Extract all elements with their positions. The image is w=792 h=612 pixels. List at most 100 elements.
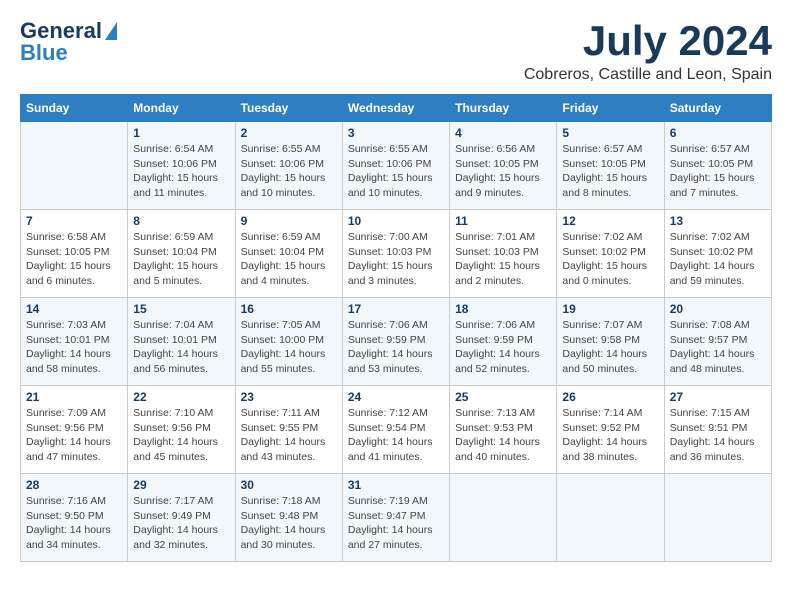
calendar-week-row: 7 Sunrise: 6:58 AM Sunset: 10:05 PM Dayli… [21,210,772,298]
day-info: Sunrise: 7:04 AM Sunset: 10:01 PM Daylig… [133,318,229,377]
calendar-day-cell: 3 Sunrise: 6:55 AM Sunset: 10:06 PM Dayli… [342,122,449,210]
day-info: Sunrise: 7:17 AM Sunset: 9:49 PM Dayligh… [133,494,229,553]
day-number: 23 [241,390,337,404]
calendar-day-cell: 6 Sunrise: 6:57 AM Sunset: 10:05 PM Dayli… [664,122,771,210]
day-number: 26 [562,390,658,404]
day-info: Sunrise: 7:12 AM Sunset: 9:54 PM Dayligh… [348,406,444,465]
empty-cell [557,474,664,562]
day-number: 20 [670,302,766,316]
day-number: 18 [455,302,551,316]
calendar-day-cell: 4 Sunrise: 6:56 AM Sunset: 10:05 PM Dayli… [450,122,557,210]
day-info: Sunrise: 7:06 AM Sunset: 9:59 PM Dayligh… [455,318,551,377]
calendar-week-row: 28 Sunrise: 7:16 AM Sunset: 9:50 PM Dayli… [21,474,772,562]
day-number: 29 [133,478,229,492]
calendar-day-cell: 2 Sunrise: 6:55 AM Sunset: 10:06 PM Dayli… [235,122,342,210]
day-info: Sunrise: 7:06 AM Sunset: 9:59 PM Dayligh… [348,318,444,377]
calendar-day-cell: 10 Sunrise: 7:00 AM Sunset: 10:03 PM Dayl… [342,210,449,298]
day-number: 12 [562,214,658,228]
day-info: Sunrise: 7:08 AM Sunset: 9:57 PM Dayligh… [670,318,766,377]
day-number: 17 [348,302,444,316]
day-info: Sunrise: 7:03 AM Sunset: 10:01 PM Daylig… [26,318,122,377]
calendar-week-row: 21 Sunrise: 7:09 AM Sunset: 9:56 PM Dayli… [21,386,772,474]
day-info: Sunrise: 6:59 AM Sunset: 10:04 PM Daylig… [241,230,337,289]
calendar-day-cell: 8Sunrise: 6:59 AM Sunset: 10:04 PM Dayli… [128,210,235,298]
day-number: 2 [241,126,337,140]
calendar-day-cell: 24 Sunrise: 7:12 AM Sunset: 9:54 PM Dayli… [342,386,449,474]
day-info: Sunrise: 7:10 AM Sunset: 9:56 PM Dayligh… [133,406,229,465]
calendar-day-cell: 26 Sunrise: 7:14 AM Sunset: 9:52 PM Dayli… [557,386,664,474]
weekday-header-wednesday: Wednesday [342,95,449,122]
day-number: 4 [455,126,551,140]
day-info: Sunrise: 6:59 AM Sunset: 10:04 PM Daylig… [133,230,229,289]
calendar-day-cell: 30 Sunrise: 7:18 AM Sunset: 9:48 PM Dayli… [235,474,342,562]
calendar-day-cell: 21 Sunrise: 7:09 AM Sunset: 9:56 PM Dayli… [21,386,128,474]
day-info: Sunrise: 6:57 AM Sunset: 10:05 PM Daylig… [670,142,766,201]
day-number: 7 [26,214,122,228]
day-info: Sunrise: 7:07 AM Sunset: 9:58 PM Dayligh… [562,318,658,377]
calendar-day-cell: 16 Sunrise: 7:05 AM Sunset: 10:00 PM Dayl… [235,298,342,386]
day-number: 1 [133,126,229,140]
day-number: 9 [241,214,337,228]
calendar-day-cell: 19Sunrise: 7:07 AM Sunset: 9:58 PM Dayli… [557,298,664,386]
month-title: July 2024 [524,20,772,62]
day-info: Sunrise: 7:00 AM Sunset: 10:03 PM Daylig… [348,230,444,289]
calendar-day-cell: 25 Sunrise: 7:13 AM Sunset: 9:53 PM Dayli… [450,386,557,474]
calendar-day-cell: 17 Sunrise: 7:06 AM Sunset: 9:59 PM Dayli… [342,298,449,386]
page-header: General Blue July 2024 Cobreros, Castill… [20,20,772,84]
day-number: 16 [241,302,337,316]
day-info: Sunrise: 7:14 AM Sunset: 9:52 PM Dayligh… [562,406,658,465]
calendar-day-cell: 31Sunrise: 7:19 AM Sunset: 9:47 PM Dayli… [342,474,449,562]
day-info: Sunrise: 6:58 AM Sunset: 10:05 PM Daylig… [26,230,122,289]
calendar-day-cell: 12 Sunrise: 7:02 AM Sunset: 10:02 PM Dayl… [557,210,664,298]
day-info: Sunrise: 6:57 AM Sunset: 10:05 PM Daylig… [562,142,658,201]
day-number: 25 [455,390,551,404]
logo-triangle-icon [105,22,117,40]
day-info: Sunrise: 7:19 AM Sunset: 9:47 PM Dayligh… [348,494,444,553]
day-info: Sunrise: 7:11 AM Sunset: 9:55 PM Dayligh… [241,406,337,465]
calendar-day-cell: 9 Sunrise: 6:59 AM Sunset: 10:04 PM Dayli… [235,210,342,298]
day-number: 6 [670,126,766,140]
weekday-header-saturday: Saturday [664,95,771,122]
calendar-week-row: 14Sunrise: 7:03 AM Sunset: 10:01 PM Dayl… [21,298,772,386]
day-number: 21 [26,390,122,404]
logo: General Blue [20,20,117,64]
day-info: Sunrise: 6:56 AM Sunset: 10:05 PM Daylig… [455,142,551,201]
day-info: Sunrise: 7:18 AM Sunset: 9:48 PM Dayligh… [241,494,337,553]
day-number: 30 [241,478,337,492]
day-number: 10 [348,214,444,228]
day-info: Sunrise: 7:15 AM Sunset: 9:51 PM Dayligh… [670,406,766,465]
calendar-day-cell: 20 Sunrise: 7:08 AM Sunset: 9:57 PM Dayli… [664,298,771,386]
calendar-day-cell: 1 Sunrise: 6:54 AM Sunset: 10:06 PM Dayli… [128,122,235,210]
day-info: Sunrise: 7:05 AM Sunset: 10:00 PM Daylig… [241,318,337,377]
day-info: Sunrise: 6:54 AM Sunset: 10:06 PM Daylig… [133,142,229,201]
day-info: Sunrise: 7:16 AM Sunset: 9:50 PM Dayligh… [26,494,122,553]
calendar-day-cell: 14Sunrise: 7:03 AM Sunset: 10:01 PM Dayl… [21,298,128,386]
location-title: Cobreros, Castille and Leon, Spain [524,66,772,84]
weekday-header-row: SundayMondayTuesdayWednesdayThursdayFrid… [21,95,772,122]
empty-cell [664,474,771,562]
calendar-week-row: 1 Sunrise: 6:54 AM Sunset: 10:06 PM Dayli… [21,122,772,210]
calendar-day-cell: 11 Sunrise: 7:01 AM Sunset: 10:03 PM Dayl… [450,210,557,298]
calendar-day-cell: 5Sunrise: 6:57 AM Sunset: 10:05 PM Dayli… [557,122,664,210]
day-info: Sunrise: 7:01 AM Sunset: 10:03 PM Daylig… [455,230,551,289]
day-number: 11 [455,214,551,228]
day-number: 24 [348,390,444,404]
logo-blue: Blue [20,42,68,64]
empty-cell [21,122,128,210]
day-number: 3 [348,126,444,140]
day-number: 22 [133,390,229,404]
calendar-day-cell: 7 Sunrise: 6:58 AM Sunset: 10:05 PM Dayli… [21,210,128,298]
weekday-header-thursday: Thursday [450,95,557,122]
calendar-day-cell: 27 Sunrise: 7:15 AM Sunset: 9:51 PM Dayli… [664,386,771,474]
day-number: 27 [670,390,766,404]
day-info: Sunrise: 7:02 AM Sunset: 10:02 PM Daylig… [562,230,658,289]
calendar-table: SundayMondayTuesdayWednesdayThursdayFrid… [20,94,772,562]
calendar-day-cell: 13Sunrise: 7:02 AM Sunset: 10:02 PM Dayl… [664,210,771,298]
day-number: 15 [133,302,229,316]
day-info: Sunrise: 7:09 AM Sunset: 9:56 PM Dayligh… [26,406,122,465]
day-number: 28 [26,478,122,492]
day-info: Sunrise: 7:13 AM Sunset: 9:53 PM Dayligh… [455,406,551,465]
day-info: Sunrise: 6:55 AM Sunset: 10:06 PM Daylig… [241,142,337,201]
day-info: Sunrise: 6:55 AM Sunset: 10:06 PM Daylig… [348,142,444,201]
weekday-header-tuesday: Tuesday [235,95,342,122]
